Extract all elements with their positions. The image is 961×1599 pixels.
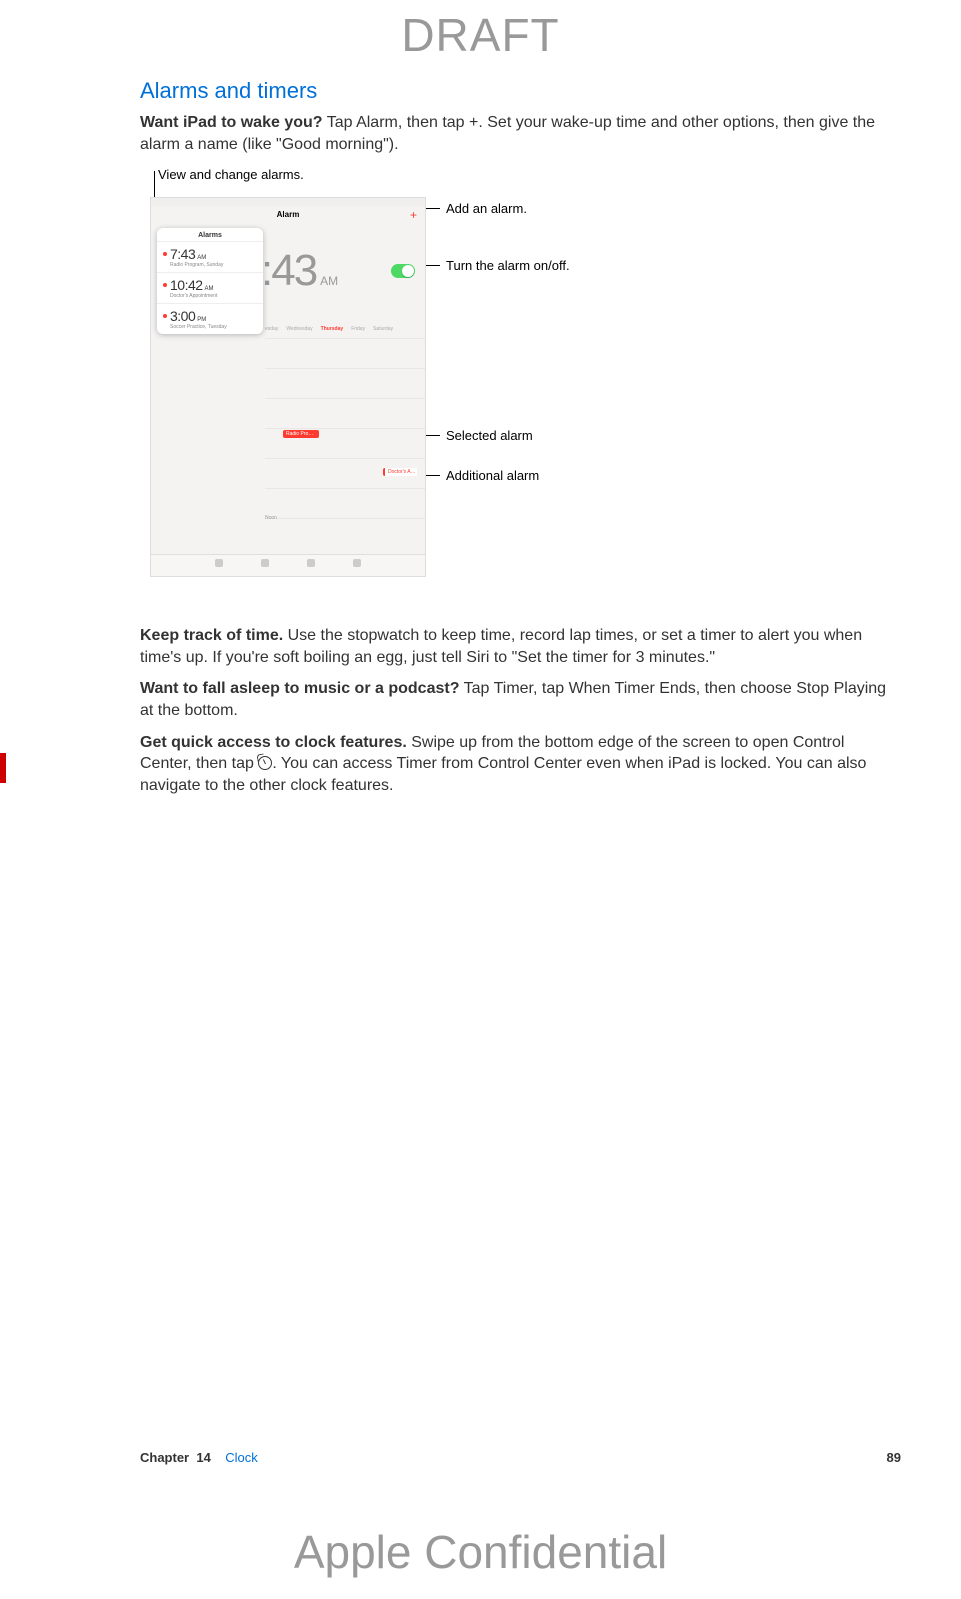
popover-title: Alarms [157,228,263,242]
grid-line [265,338,425,339]
paragraph-stopwatch: Keep track of time. Use the stopwatch to… [140,625,900,668]
nav-title: Alarm [277,210,300,219]
revision-change-bar [0,753,6,783]
chapter-label: Chapter [140,1450,189,1465]
alarms-popover: Alarms 7:43AM Radio Program, Sunday 10:4… [157,228,263,334]
watermark-draft: DRAFT [0,8,961,62]
alarm-dot-icon [163,314,167,318]
alarm-dot-icon [163,283,167,287]
alarm-subtitle: Soccer Practice, Tuesday [170,325,257,330]
alarm-icon [261,559,269,567]
paragraph-wake: Want iPad to wake you? Tap Alarm, then t… [140,112,900,155]
time-ampm: AM [320,274,338,288]
globe-icon [215,559,223,567]
tab-stopwatch[interactable] [297,559,325,573]
paragraph-control-center: Get quick access to clock features. Swip… [140,732,900,797]
nav-bar: Alarm + [151,206,425,224]
lead-in: Want to fall asleep to music or a podcas… [140,680,459,697]
timer-icon [258,756,272,770]
lead-in: Keep track of time. [140,627,283,644]
callout-toggle: Turn the alarm on/off. [446,258,570,273]
alarm-dot-icon [163,252,167,256]
lead-in: Want iPad to wake you? [140,114,323,131]
alarm-list-item[interactable]: 3:00PM Soccer Practice, Tuesday [157,304,263,334]
alarm-time: 7:43 [170,246,195,262]
weekday: Friday [351,326,365,332]
tab-bar [151,554,425,576]
grid-line [265,398,425,399]
page-number: 89 [887,1450,901,1465]
alarm-list-item[interactable]: 10:42AM Doctor's Appointment [157,273,263,304]
text: Tap Alarm, then tap [323,114,469,131]
weekday-today: Thursday [321,326,344,332]
tab-timer[interactable] [343,559,371,573]
callout-line [424,265,440,266]
callout-add-alarm: Add an alarm. [446,201,527,216]
callout-additional: Additional alarm [446,468,539,483]
alarm-subtitle: Doctor's Appointment [170,294,257,299]
chapter-name-link[interactable]: Clock [225,1450,258,1465]
grid-line [265,368,425,369]
noon-label: Noon [265,515,277,521]
weekday: Saturday [373,326,393,332]
large-time-display: :43 AM [261,246,338,296]
grid-line [265,458,425,459]
weekday: esday [265,326,278,332]
callout-view-change: View and change alarms. [158,167,304,182]
ipad-screenshot: Alarm + :43 AM esday Wednesday Thursday F… [150,197,426,577]
selected-alarm-event[interactable]: Radio Pro… [283,430,319,438]
timer-icon [353,559,361,567]
alarm-subtitle: Radio Program, Sunday [170,263,257,268]
alarm-toggle[interactable] [391,264,415,278]
page-footer: Chapter 14 Clock 89 [140,1450,901,1465]
weekday-row: esday Wednesday Thursday Friday Saturday [265,326,419,332]
tab-alarm[interactable] [251,559,279,573]
grid-line [265,488,425,489]
section-heading: Alarms and timers [140,78,900,104]
weekday: Wednesday [286,326,312,332]
chapter-number: 14 [196,1450,210,1465]
footer-chapter: Chapter 14 Clock [140,1450,258,1465]
alarm-time: 3:00 [170,308,195,324]
stopwatch-icon [307,559,315,567]
additional-alarm-event[interactable]: Doctor's A… [383,468,417,476]
plus-icon: + [469,114,478,131]
paragraph-sleep: Want to fall asleep to music or a podcas… [140,678,900,721]
alarm-list-item[interactable]: 7:43AM Radio Program, Sunday [157,242,263,273]
alarm-time: 10:42 [170,277,203,293]
grid-line [265,518,425,519]
add-alarm-button[interactable]: + [410,206,417,224]
time-digits: :43 [261,246,316,295]
status-bar [151,198,425,206]
grid-line [265,428,425,429]
tab-world-clock[interactable] [205,559,233,573]
alarm-ampm: PM [197,317,206,323]
callout-selected: Selected alarm [446,428,533,443]
lead-in: Get quick access to clock features. [140,734,407,751]
alarm-ampm: AM [205,286,214,292]
alarm-ampm: AM [197,255,206,261]
page-content: Alarms and timers Want iPad to wake you?… [140,78,900,806]
watermark-confidential: Apple Confidential [0,1525,961,1579]
alarm-figure: View and change alarms. Add an alarm. Tu… [140,167,900,607]
calendar-grid: Radio Pro… Doctor's A… Noon [265,338,425,554]
